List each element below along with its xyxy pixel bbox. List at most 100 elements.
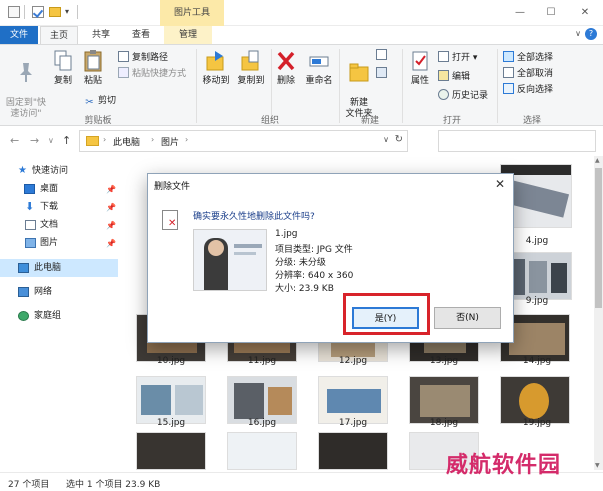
copy-label: 复制 xyxy=(53,76,72,86)
nav-homegroup-label: 家庭组 xyxy=(34,311,62,321)
copy-button[interactable]: 复制 xyxy=(50,49,76,87)
back-arrow-icon[interactable]: ← xyxy=(10,134,19,147)
recent-locations-icon[interactable]: ∨ xyxy=(48,136,54,145)
select-none-button[interactable]: 全部取消 xyxy=(503,67,553,81)
properties-quick-icon[interactable] xyxy=(8,6,20,18)
vertical-scrollbar[interactable]: ▲ ▼ xyxy=(594,156,603,470)
collapse-ribbon-icon[interactable]: ∨ xyxy=(575,29,581,38)
up-arrow-icon[interactable]: ↑ xyxy=(62,134,71,147)
delete-x-icon xyxy=(277,51,295,71)
breadcrumb-pictures[interactable]: 图片 xyxy=(161,135,179,148)
history-button[interactable]: 历史记录 xyxy=(438,89,488,103)
confirm-question: 确实要永久性地删除此文件吗? xyxy=(193,212,315,222)
delete-file-dialog: 删除文件 ✕ 确实要永久性地删除此文件吗? 1.jpg 项目类型: JPG 文件… xyxy=(147,173,514,343)
thumbnail-20[interactable] xyxy=(136,432,206,470)
copy-to-icon xyxy=(241,50,259,71)
easy-access-button[interactable] xyxy=(376,67,390,81)
forward-arrow-icon[interactable]: → xyxy=(30,134,39,147)
select-all-button[interactable]: 全部选择 xyxy=(503,51,553,65)
breadcrumb-separator: › xyxy=(103,135,107,144)
address-dropdown-icon[interactable]: ∨ xyxy=(383,135,389,144)
group-divider xyxy=(402,49,403,123)
navigation-pane: ★ 快速访问 桌面 📌 ⬇ 下载 📌 文档 📌 图片 📌 此电脑 网络 家庭组 xyxy=(0,156,120,470)
item-count: 27 个项目 xyxy=(8,480,50,490)
invert-selection-icon xyxy=(503,83,514,94)
refresh-icon[interactable]: ↻ xyxy=(395,134,403,145)
breadcrumb-this-pc[interactable]: 此电脑 xyxy=(113,135,140,148)
file-name[interactable]: 13.jpg xyxy=(399,356,489,366)
nav-documents[interactable]: 文档 📌 xyxy=(24,216,120,234)
nav-desktop[interactable]: 桌面 📌 xyxy=(24,180,120,198)
dialog-close-button[interactable]: ✕ xyxy=(495,177,505,191)
file-name[interactable]: 11.jpg xyxy=(217,356,307,366)
no-button[interactable]: 否(N) xyxy=(434,307,501,329)
folder-quick-icon[interactable] xyxy=(49,7,61,17)
copy-to-button[interactable]: 复制到 xyxy=(234,49,268,87)
close-button[interactable]: ✕ xyxy=(570,3,600,23)
pin-icon[interactable]: 📌 xyxy=(106,181,116,199)
thumbnail-18[interactable] xyxy=(409,376,479,424)
pin-icon[interactable]: 📌 xyxy=(106,235,116,253)
paste-shortcut-button[interactable]: 粘贴快捷方式 xyxy=(118,67,186,81)
file-resolution-info: 分辨率: 640 x 360 xyxy=(275,271,354,281)
edit-icon xyxy=(438,70,449,81)
new-item-button[interactable] xyxy=(376,49,390,63)
tab-home[interactable]: 主页 xyxy=(40,26,78,44)
nav-this-pc[interactable]: 此电脑 xyxy=(0,259,118,277)
file-name[interactable]: 17.jpg xyxy=(308,418,398,428)
thumbnail-22[interactable] xyxy=(318,432,388,470)
file-name[interactable]: 18.jpg xyxy=(399,418,489,428)
new-item-icon xyxy=(376,49,387,60)
delete-button[interactable]: 删除 xyxy=(274,49,298,87)
thumbnail-21[interactable] xyxy=(227,432,297,470)
thumbnail-17[interactable] xyxy=(318,376,388,424)
scroll-thumb[interactable] xyxy=(595,168,602,308)
nav-pictures[interactable]: 图片 📌 xyxy=(24,234,120,252)
file-name[interactable]: 10.jpg xyxy=(126,356,216,366)
quick-access-dropdown-icon[interactable]: ▾ xyxy=(65,7,69,16)
paste-button[interactable]: 粘贴 xyxy=(80,49,106,87)
thumbnail-15[interactable] xyxy=(136,376,206,424)
paste-icon xyxy=(84,50,102,72)
open-button[interactable]: 打开 ▾ xyxy=(438,51,477,65)
minimize-button[interactable]: — xyxy=(505,3,535,23)
move-to-icon xyxy=(206,51,224,71)
network-icon xyxy=(18,287,29,297)
scroll-down-icon[interactable]: ▼ xyxy=(595,462,600,469)
checkmark-quick-icon[interactable] xyxy=(32,6,44,18)
file-name[interactable]: 15.jpg xyxy=(126,418,216,428)
cut-button[interactable]: ✂ 剪切 xyxy=(84,94,116,108)
move-to-button[interactable]: 移动到 xyxy=(199,49,233,87)
easy-access-icon xyxy=(376,67,387,78)
pin-to-quick-access-button[interactable]: 固定到"快 速访问" xyxy=(4,49,48,120)
file-name[interactable]: 19.jpg xyxy=(492,418,582,428)
pin-icon[interactable]: 📌 xyxy=(106,199,116,217)
address-bar[interactable]: › 此电脑 › 图片 › ∨ ↻ xyxy=(79,130,408,152)
nav-network[interactable]: 网络 xyxy=(18,283,52,301)
file-name[interactable]: 14.jpg xyxy=(492,356,582,366)
nav-quick-access[interactable]: ★ 快速访问 xyxy=(18,162,68,180)
file-name[interactable]: 16.jpg xyxy=(217,418,307,428)
nav-homegroup[interactable]: 家庭组 xyxy=(18,307,61,325)
new-folder-button[interactable]: 新建 文件夹 xyxy=(342,49,376,120)
tab-view[interactable]: 查看 xyxy=(124,26,158,44)
copy-path-button[interactable]: 复制路径 xyxy=(118,51,168,65)
properties-button[interactable]: 属性 xyxy=(406,49,434,87)
edit-button[interactable]: 编辑 xyxy=(438,70,470,84)
rename-button[interactable]: 重命名 xyxy=(302,49,336,87)
thumbnail-19[interactable] xyxy=(500,376,570,424)
pin-icon[interactable]: 📌 xyxy=(106,217,116,235)
tab-file[interactable]: 文件 xyxy=(0,26,38,44)
invert-selection-button[interactable]: 反向选择 xyxy=(503,83,553,97)
maximize-button[interactable]: ☐ xyxy=(536,3,566,23)
nav-downloads[interactable]: ⬇ 下载 📌 xyxy=(24,198,120,216)
scroll-up-icon[interactable]: ▲ xyxy=(595,157,600,164)
file-name[interactable]: 12.jpg xyxy=(308,356,398,366)
search-input[interactable] xyxy=(438,130,596,152)
breadcrumb-separator: › xyxy=(151,135,155,144)
help-icon[interactable]: ? xyxy=(585,28,597,40)
tab-share[interactable]: 共享 xyxy=(84,26,118,44)
tab-manage[interactable]: 管理 xyxy=(164,26,212,44)
cut-label: 剪切 xyxy=(98,96,117,106)
thumbnail-16[interactable] xyxy=(227,376,297,424)
